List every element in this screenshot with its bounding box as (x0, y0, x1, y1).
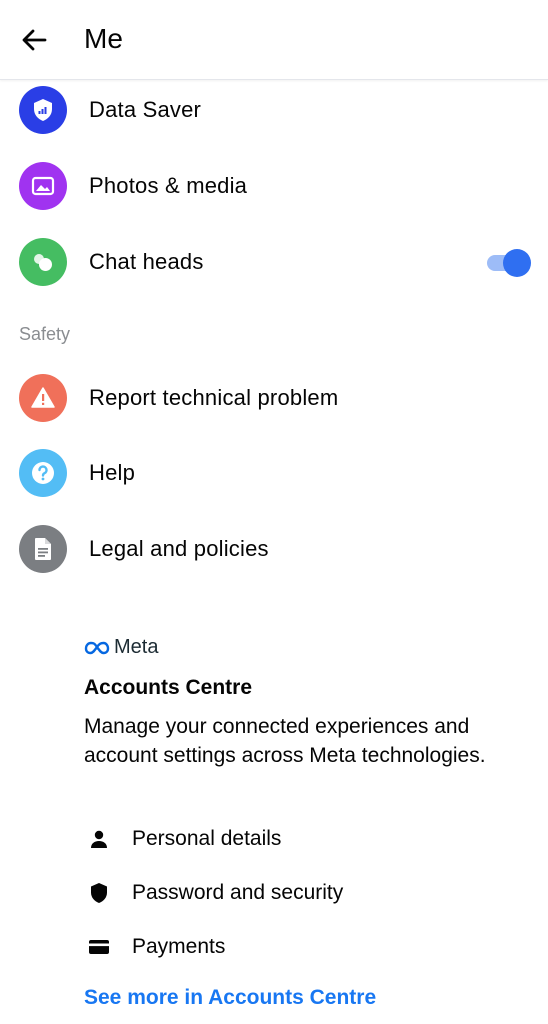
photo-icon (19, 162, 67, 210)
back-arrow-icon (22, 29, 47, 51)
shield-data-icon (19, 86, 67, 134)
accounts-item-payments[interactable]: Payments (84, 932, 225, 962)
settings-item-label: Data Saver (89, 97, 202, 122)
settings-item-label: Legal and policies (89, 536, 269, 561)
section-title-safety: Safety (19, 324, 71, 344)
person-icon (84, 824, 114, 854)
settings-item-photos-media[interactable]: Photos & media (0, 150, 548, 222)
question-icon (19, 449, 67, 497)
settings-item-label: Chat heads (89, 249, 204, 274)
accounts-item-label: Password and security (132, 881, 344, 904)
chat-heads-icon (19, 238, 67, 286)
meta-infinity-icon (84, 641, 110, 654)
top-app-bar: Me (0, 0, 548, 80)
accounts-item-label: Personal details (132, 827, 282, 850)
back-button[interactable] (14, 20, 54, 60)
settings-item-label: Report technical problem (89, 385, 339, 410)
shield-icon (84, 878, 114, 908)
settings-item-help[interactable]: Help (0, 437, 548, 509)
settings-item-legal[interactable]: Legal and policies (0, 513, 548, 585)
accounts-centre-title: Accounts Centre (84, 676, 253, 699)
accounts-item-password-security[interactable]: Password and security (84, 878, 343, 908)
settings-item-label: Help (89, 460, 136, 485)
meta-logo: Meta (84, 636, 158, 659)
page-title: Me (84, 23, 123, 54)
card-icon (84, 932, 114, 962)
accounts-item-label: Payments (132, 935, 226, 958)
settings-item-chat-heads[interactable]: Chat heads (0, 226, 548, 298)
warning-icon (19, 374, 67, 422)
accounts-item-personal-details[interactable]: Personal details (84, 824, 281, 854)
document-icon (19, 525, 67, 573)
see-more-accounts-centre-link[interactable]: See more in Accounts Centre (84, 986, 376, 1010)
meta-wordmark: Meta (114, 636, 159, 658)
settings-item-data-saver[interactable]: Data Saver (0, 74, 548, 146)
accounts-centre-description: Manage your connected experiences and ac… (84, 715, 486, 767)
settings-item-report-problem[interactable]: Report technical problem (0, 362, 548, 434)
settings-item-label: Photos & media (89, 173, 248, 198)
chat-heads-toggle[interactable] (487, 249, 531, 277)
toggle-knob (503, 249, 531, 277)
